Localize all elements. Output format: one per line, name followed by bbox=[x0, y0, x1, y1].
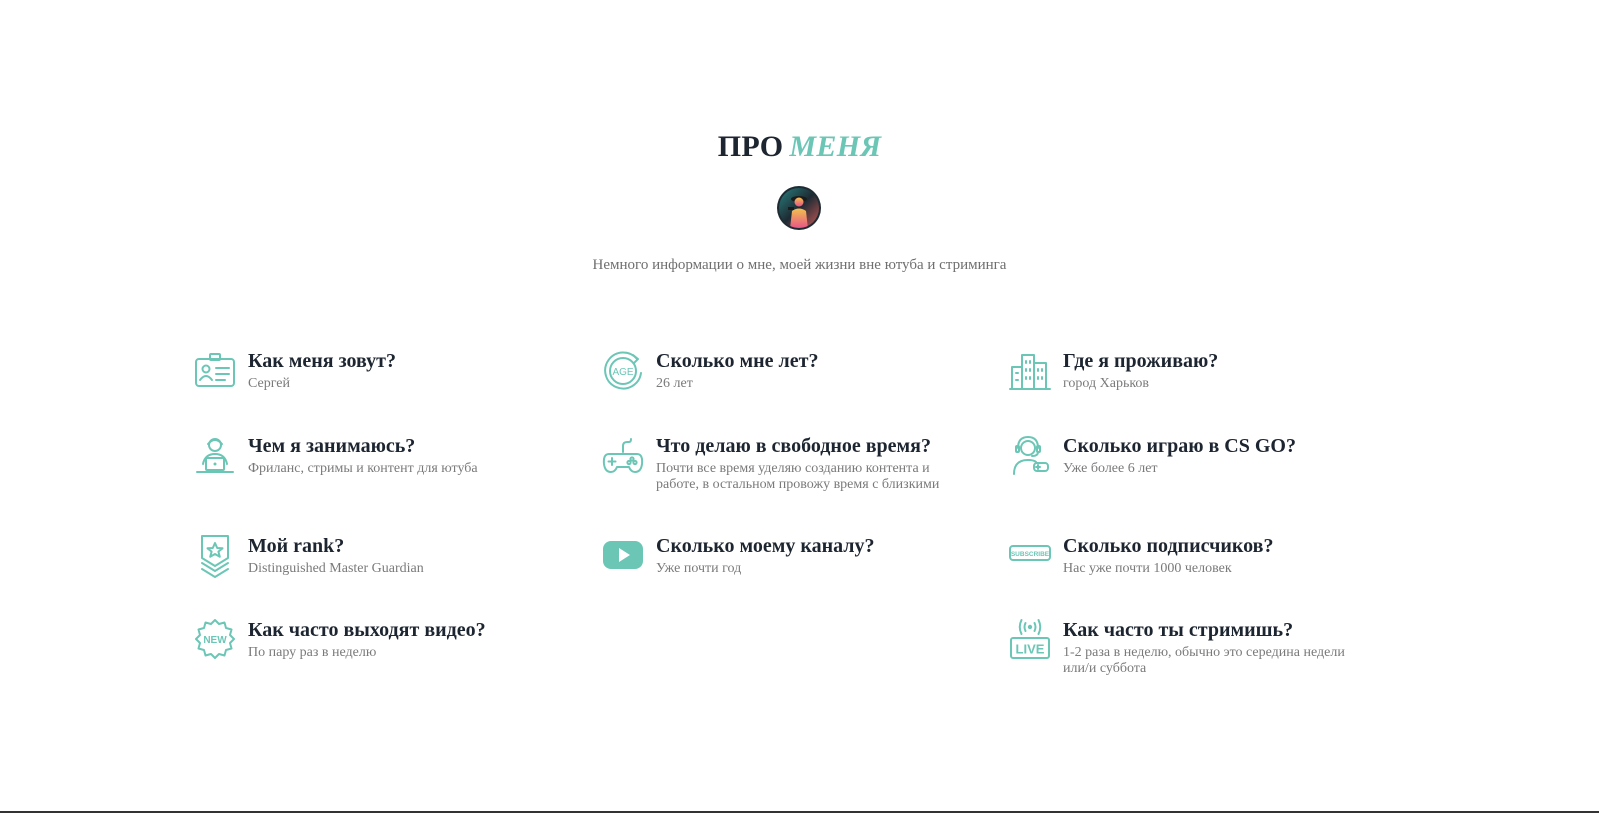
new-icon-label: NEW bbox=[203, 635, 227, 646]
info-item-title: Что делаю в свободное время? bbox=[656, 435, 931, 457]
info-item-text: Фриланс, стримы и контент для ютуба bbox=[248, 461, 478, 476]
info-item-title: Где я проживаю? bbox=[1063, 350, 1219, 372]
id-card-icon bbox=[193, 349, 237, 393]
info-item-title: Как часто ты стримишь? bbox=[1063, 619, 1294, 641]
youtube-icon bbox=[601, 534, 645, 578]
info-item-text: Уже почти год bbox=[656, 561, 742, 576]
avatar bbox=[776, 185, 822, 231]
section-title-main: ПРО bbox=[717, 130, 784, 163]
info-item-text: 1-2 раза в неделю, обычно это середина н… bbox=[1063, 645, 1345, 676]
info-item-title: Сколько подписчиков? bbox=[1063, 535, 1274, 557]
gamepad-icon bbox=[601, 434, 645, 478]
age-icon: AGE bbox=[601, 349, 645, 393]
info-item-title: Как меня зовут? bbox=[248, 350, 396, 372]
section-subtitle: Немного информации о мне, моей жизни вне… bbox=[592, 257, 1007, 273]
city-icon bbox=[1008, 349, 1052, 393]
info-item-text: По пару раз в неделю bbox=[248, 645, 377, 660]
live-icon-label: LIVE bbox=[1016, 642, 1045, 657]
info-item-title: Как часто выходят видео? bbox=[248, 619, 486, 641]
info-item-title: Чем я занимаюсь? bbox=[248, 435, 416, 457]
new-badge-icon: NEW bbox=[193, 618, 237, 662]
info-item-title: Мой rank? bbox=[248, 535, 345, 557]
info-item-text: 26 лет bbox=[656, 376, 693, 391]
about-section: ПРО МЕНЯ Немного информации о мне, моей … bbox=[0, 0, 1599, 813]
info-item-title: Сколько мне лет? bbox=[656, 350, 819, 372]
info-item-text: Почти все время уделяю созданию контента… bbox=[656, 461, 940, 492]
info-item-title: Сколько моему каналу? bbox=[656, 535, 875, 557]
age-icon-label: AGE bbox=[612, 367, 633, 378]
section-title: ПРО МЕНЯ bbox=[0, 129, 1599, 165]
info-item-text: Нас уже почти 1000 человек bbox=[1063, 561, 1232, 576]
rank-badge-icon bbox=[193, 534, 237, 578]
gamer-headset-icon bbox=[1008, 434, 1052, 478]
subscribe-icon: SUBSCRIBE bbox=[1008, 534, 1052, 578]
info-item-text: Уже более 6 лет bbox=[1063, 461, 1158, 476]
subscribe-icon-label: SUBSCRIBE bbox=[1011, 551, 1050, 558]
freelancer-icon bbox=[193, 434, 237, 478]
info-item-text: Distinguished Master Guardian bbox=[248, 561, 424, 576]
live-icon: LIVE bbox=[1008, 618, 1052, 662]
info-item-title: Сколько играю в CS GO? bbox=[1063, 435, 1296, 457]
info-item-text: Сергей bbox=[248, 376, 290, 391]
section-title-accent: МЕНЯ bbox=[789, 130, 882, 163]
info-item-text: город Харьков bbox=[1063, 376, 1150, 391]
